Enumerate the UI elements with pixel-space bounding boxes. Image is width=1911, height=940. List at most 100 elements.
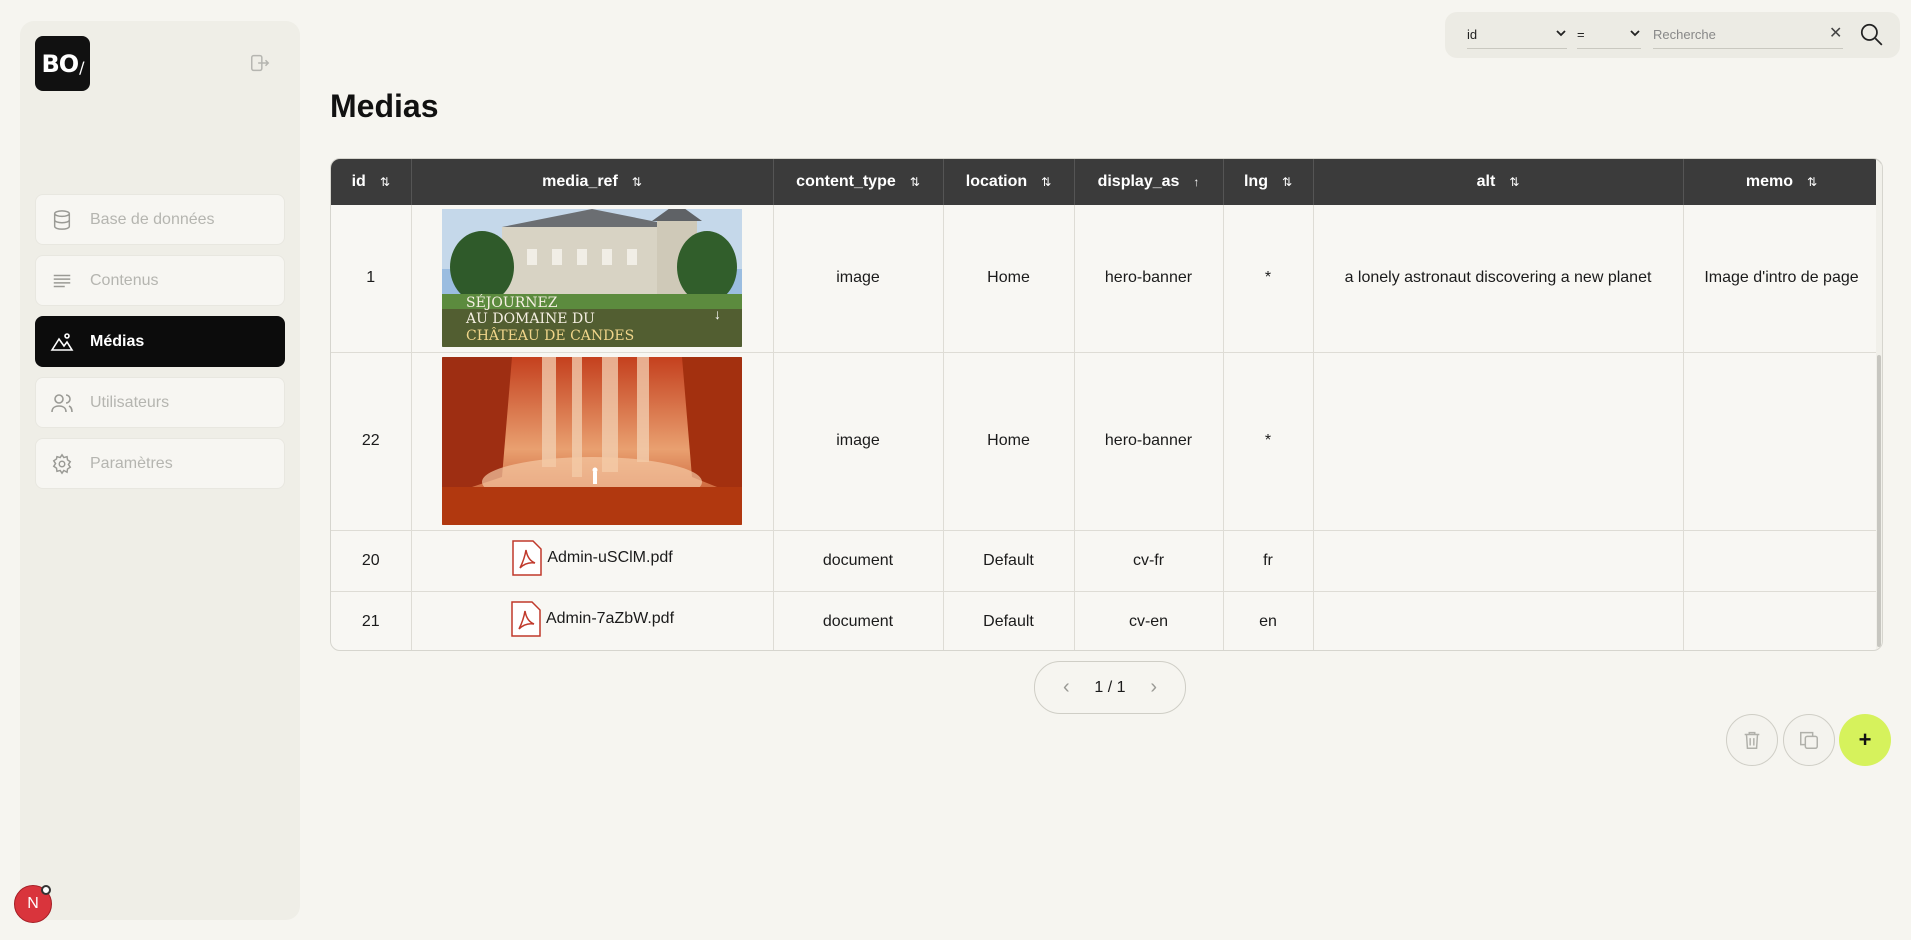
svg-text:↓: ↓ xyxy=(714,306,721,322)
status-dot xyxy=(41,885,51,895)
field-select[interactable]: id xyxy=(1467,21,1567,49)
cell-content-type: image xyxy=(773,205,944,353)
app-logo[interactable]: BO / xyxy=(35,36,90,91)
sort-icon[interactable]: ⇅ xyxy=(910,175,920,189)
cell-location: Default xyxy=(943,530,1075,592)
text-lines-icon xyxy=(50,269,74,293)
sidebar-item-label: Médias xyxy=(90,332,145,350)
cell-display-as: hero-banner xyxy=(1074,352,1224,531)
sort-icon[interactable]: ⇅ xyxy=(632,175,642,189)
cell-lng: * xyxy=(1223,205,1314,353)
close-icon[interactable]: ✕ xyxy=(1829,23,1842,43)
pdf-link[interactable]: Admin-7aZbW.pdf xyxy=(510,601,674,637)
sort-asc-icon[interactable]: ↑ xyxy=(1193,175,1199,189)
cell-lng: fr xyxy=(1223,530,1314,592)
cell-content-type: image xyxy=(773,352,944,531)
cell-memo xyxy=(1683,352,1881,531)
image-mountain-icon xyxy=(50,330,74,354)
sidebar-nav: Base de données Contenus Médias Utilisat… xyxy=(35,194,285,499)
table-scrollbar[interactable] xyxy=(1876,159,1882,650)
col-header-alt[interactable]: alt ⇅ xyxy=(1313,159,1684,205)
cell-media-ref: SÉJOURNEZ AU DOMAINE DU CHÂTEAU DE CANDE… xyxy=(411,205,774,353)
operator-select-value: = xyxy=(1577,27,1585,42)
copy-icon xyxy=(1800,731,1818,749)
col-header-lng[interactable]: lng ⇅ xyxy=(1223,159,1314,205)
sidebar-item-settings[interactable]: Paramètres xyxy=(35,438,285,489)
cell-media-ref xyxy=(411,352,774,531)
table-row[interactable]: 21 Admin-7aZbW.pdf document Default cv-e… xyxy=(331,591,1881,650)
users-icon xyxy=(50,391,74,415)
duplicate-button[interactable] xyxy=(1783,714,1835,766)
logout-icon[interactable] xyxy=(248,51,272,75)
sort-icon[interactable]: ⇅ xyxy=(1509,175,1519,189)
add-button[interactable]: + xyxy=(1839,714,1891,766)
table-row[interactable]: 1 SÉJOURNEZ AU DOMAINE DU CHÂTEAU DE CAN… xyxy=(331,205,1881,353)
pdf-icon xyxy=(511,601,541,637)
scrollbar-thumb[interactable] xyxy=(1877,355,1881,647)
col-header-media-ref[interactable]: media_ref ⇅ xyxy=(411,159,774,205)
sidebar-item-label: Utilisateurs xyxy=(90,393,170,411)
search-input[interactable] xyxy=(1653,21,1843,49)
chevron-down-icon xyxy=(1629,27,1641,42)
cell-id: 21 xyxy=(331,591,412,650)
sort-icon[interactable]: ⇅ xyxy=(1282,175,1292,189)
cell-memo: Image d'intro de page xyxy=(1683,205,1881,353)
banner-line-3: CHÂTEAU DE CANDES xyxy=(466,326,634,344)
delete-button[interactable] xyxy=(1726,714,1778,766)
sidebar: BO / Base de données Contenus Médias Uti… xyxy=(20,21,300,920)
sidebar-item-label: Contenus xyxy=(90,271,159,289)
sort-icon[interactable]: ⇅ xyxy=(1807,175,1817,189)
table-header-row: id ⇅ media_ref ⇅ content_type ⇅ location ⇅ d… xyxy=(331,159,1881,205)
col-header-display-as[interactable]: display_as ↑ xyxy=(1074,159,1224,205)
banner-line-1: SÉJOURNEZ xyxy=(466,293,558,311)
table-row[interactable]: 22 image Home hero-banner * xyxy=(331,352,1881,531)
cell-memo xyxy=(1683,530,1881,592)
sidebar-item-users[interactable]: Utilisateurs xyxy=(35,377,285,428)
pdf-icon xyxy=(512,540,543,576)
cell-content-type: document xyxy=(773,591,944,650)
pdf-filename: Admin-uSClM.pdf xyxy=(547,549,673,566)
sort-icon[interactable]: ⇅ xyxy=(380,175,390,189)
cell-id: 22 xyxy=(331,352,412,531)
operator-select[interactable]: = xyxy=(1577,21,1641,49)
sidebar-item-label: Base de données xyxy=(90,210,215,228)
cell-memo xyxy=(1683,591,1881,650)
cell-alt xyxy=(1313,530,1684,592)
table-row[interactable]: 20 Admin-uSClM.pdf document Default cv-f… xyxy=(331,530,1881,592)
sidebar-item-database[interactable]: Base de données xyxy=(35,194,285,245)
sort-icon[interactable]: ⇅ xyxy=(1041,175,1051,189)
database-icon xyxy=(50,208,74,232)
cell-display-as: cv-en xyxy=(1074,591,1224,650)
trash-icon xyxy=(1744,731,1760,749)
field-select-value: id xyxy=(1467,27,1478,42)
media-thumbnail-astronaut[interactable] xyxy=(442,357,742,525)
page-title: Medias xyxy=(330,88,439,124)
cell-alt xyxy=(1313,352,1684,531)
cell-alt xyxy=(1313,591,1684,650)
col-header-id[interactable]: id ⇅ xyxy=(331,159,412,205)
cell-display-as: hero-banner xyxy=(1074,205,1224,353)
cell-content-type: document xyxy=(773,530,944,592)
media-table: id ⇅ media_ref ⇅ content_type ⇅ location ⇅ d… xyxy=(330,158,1883,651)
pdf-filename: Admin-7aZbW.pdf xyxy=(545,610,675,627)
chevron-down-icon xyxy=(1555,27,1567,42)
page-indicator: 1 / 1 xyxy=(1094,678,1126,696)
chevron-left-icon[interactable]: ‹ xyxy=(1063,676,1070,699)
sidebar-item-label: Paramètres xyxy=(90,454,173,472)
cell-location: Home xyxy=(943,205,1075,353)
col-header-content-type[interactable]: content_type ⇅ xyxy=(773,159,944,205)
cell-display-as: cv-fr xyxy=(1074,530,1224,592)
cell-alt: a lonely astronaut discovering a new pla… xyxy=(1313,205,1684,353)
cell-location: Default xyxy=(943,591,1075,650)
media-thumbnail-castle[interactable]: SÉJOURNEZ AU DOMAINE DU CHÂTEAU DE CANDE… xyxy=(442,209,742,348)
search-icon[interactable] xyxy=(1858,21,1886,49)
sidebar-item-contents[interactable]: Contenus xyxy=(35,255,285,306)
search-bar: id = ✕ xyxy=(1445,12,1900,58)
cell-id: 1 xyxy=(331,205,412,353)
col-header-memo[interactable]: memo ⇅ xyxy=(1683,159,1881,205)
gear-icon xyxy=(50,452,74,476)
chevron-right-icon[interactable]: › xyxy=(1150,676,1157,699)
col-header-location[interactable]: location ⇅ xyxy=(943,159,1075,205)
sidebar-item-medias[interactable]: Médias xyxy=(35,316,285,367)
pdf-link[interactable]: Admin-uSClM.pdf xyxy=(511,540,673,576)
